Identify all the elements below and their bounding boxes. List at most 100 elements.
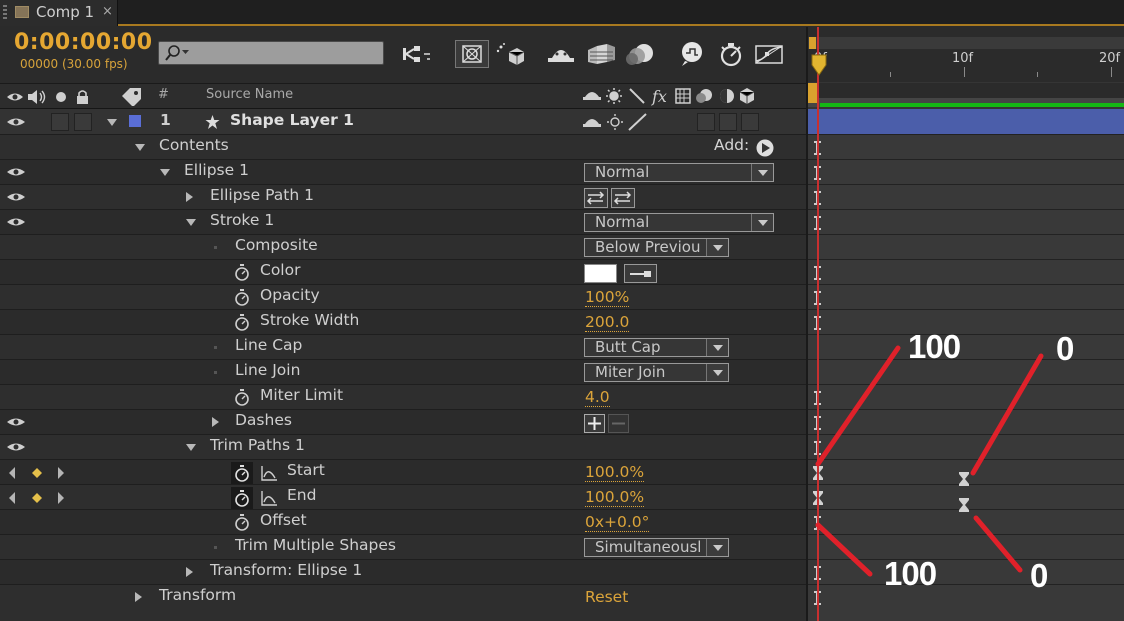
ellipse-path-label[interactable]: Ellipse Path 1 [210,186,314,204]
stopwatch-icon[interactable] [233,313,251,332]
property-row-line-cap[interactable]: Line Cap Butt Cap [0,335,806,360]
stopwatch-active-icon[interactable] [231,462,253,484]
line-cap-select[interactable]: Butt Cap [584,338,729,357]
property-row-ellipse-1[interactable]: Ellipse 1 Normal [0,160,806,185]
property-row-dashes[interactable]: Dashes [0,410,806,435]
eye-icon[interactable] [6,191,26,203]
motion-blur-switch[interactable] [697,113,715,131]
stroke-1-label[interactable]: Stroke 1 [210,211,274,229]
property-row-contents[interactable]: Contents Add: [0,135,806,160]
eye-icon[interactable] [6,216,26,228]
eye-icon[interactable] [6,441,26,453]
property-row-composite[interactable]: Composite Below Previou [0,235,806,260]
twirl-down-icon[interactable] [135,144,145,151]
twirl-down-icon[interactable] [186,219,196,226]
search-input[interactable] [158,41,384,65]
tab-comp-1[interactable]: Comp 1 × [0,0,118,26]
twirl-down-icon[interactable] [160,169,170,176]
layer-label-color[interactable] [128,114,142,128]
motion-blur-button[interactable] [624,40,654,68]
composition-mini-flowchart-button[interactable] [400,40,430,68]
path-direction-buttons[interactable] [584,188,638,208]
navigator-start-handle[interactable] [809,37,816,49]
stopwatch-active-icon[interactable] [231,487,253,509]
solo-switch[interactable] [51,113,69,131]
twirl-right-icon[interactable] [212,417,219,427]
composite-select[interactable]: Below Previou [584,238,729,257]
eye-icon[interactable] [6,116,26,128]
ellipse-blend-mode-select[interactable]: Normal [584,163,774,182]
layer-switches[interactable] [582,112,652,132]
transform-label[interactable]: Transform [159,586,236,604]
layer-name[interactable]: Shape Layer 1 [230,111,354,129]
label-tag-icon[interactable] [120,86,144,106]
keyframe-navigator[interactable] [6,490,66,506]
stroke-blend-mode-select[interactable]: Normal [584,213,774,232]
layer-duration-bar[interactable] [808,109,1124,135]
dash-add-remove-buttons[interactable] [584,414,630,433]
live-update-button[interactable] [455,40,489,68]
twirl-right-icon[interactable] [186,567,193,577]
graph-editor-button[interactable] [753,40,783,68]
opacity-value[interactable]: 100% [585,289,630,307]
property-row-line-join[interactable]: Line Join Miter Join [0,360,806,385]
property-row-trim-multiple[interactable]: Trim Multiple Shapes Simultaneousl [0,535,806,560]
transform-ellipse-label[interactable]: Transform: Ellipse 1 [210,561,362,579]
hide-shy-layers-button[interactable] [546,40,576,68]
twirl-right-icon[interactable] [135,592,142,602]
graph-icon[interactable] [260,489,278,507]
offset-value[interactable]: 0x+0.0° [585,514,650,532]
ellipse-1-label[interactable]: Ellipse 1 [184,161,249,179]
line-join-select[interactable]: Miter Join [584,363,729,382]
lock-switch[interactable] [74,113,92,131]
close-icon[interactable]: × [102,4,113,19]
trim-multiple-select[interactable]: Simultaneousl [584,538,729,557]
dashes-label[interactable]: Dashes [235,411,292,429]
stopwatch-icon[interactable] [233,288,251,307]
adjustment-switch[interactable] [719,113,737,131]
draft-3d-button[interactable] [495,40,525,68]
frame-blending-button[interactable] [585,40,615,68]
property-row-transform[interactable]: Transform Reset [0,585,806,621]
property-row-end[interactable]: End 100.0% [0,485,806,510]
property-row-ellipse-path[interactable]: Ellipse Path 1 [0,185,806,210]
current-time-indicator-head[interactable] [810,53,828,79]
source-name-column-header[interactable]: Source Name [206,87,293,102]
layer-row-shape-layer-1[interactable]: 1 Shape Layer 1 [0,109,806,135]
brainstorm-button[interactable] [676,40,706,68]
eye-icon[interactable] [6,416,26,428]
property-row-color[interactable]: Color [0,260,806,285]
stopwatch-icon[interactable] [233,263,251,282]
grip-icon[interactable] [3,5,7,21]
stroke-width-value[interactable]: 200.0 [585,314,630,332]
work-area-start-handle[interactable] [808,83,817,103]
graph-icon[interactable] [260,464,278,482]
3d-switch[interactable] [741,113,759,131]
property-row-miter-limit[interactable]: Miter Limit 4.0 [0,385,806,410]
number-column-header[interactable]: # [158,87,169,102]
start-value[interactable]: 100.0% [585,464,645,482]
current-time-display[interactable]: 0:00:00:00 [14,30,153,55]
twirl-right-icon[interactable] [186,192,193,202]
property-row-stroke-width[interactable]: Stroke Width 200.0 [0,310,806,335]
property-row-transform-ellipse[interactable]: Transform: Ellipse 1 [0,560,806,585]
twirl-down-icon[interactable] [186,444,196,451]
transform-reset-link[interactable]: Reset [585,589,628,606]
property-row-opacity[interactable]: Opacity 100% [0,285,806,310]
property-row-offset[interactable]: Offset 0x+0.0° [0,510,806,535]
color-swatch[interactable] [584,264,617,283]
stopwatch-icon[interactable] [233,388,251,407]
stopwatch-icon[interactable] [233,513,251,532]
add-menu-button[interactable] [756,139,774,157]
property-row-stroke-1[interactable]: Stroke 1 Normal [0,210,806,235]
eye-icon[interactable] [6,166,26,178]
keyframe-navigator[interactable] [6,465,66,481]
end-value[interactable]: 100.0% [585,489,645,507]
miter-limit-value[interactable]: 4.0 [585,389,610,407]
eyedropper-button[interactable] [624,264,657,283]
work-area-range[interactable] [820,103,1124,107]
auto-keyframe-button[interactable] [716,40,746,68]
property-row-start[interactable]: Start 100.0% [0,460,806,485]
trim-paths-label[interactable]: Trim Paths 1 [210,436,305,454]
twirl-down-icon[interactable] [107,119,117,126]
